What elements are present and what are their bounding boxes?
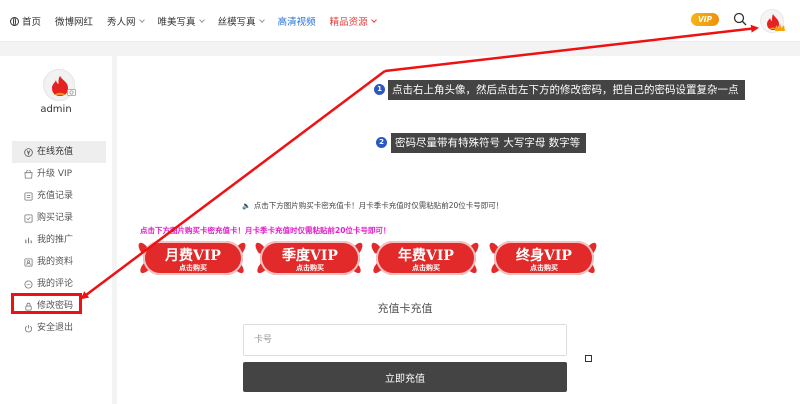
vip-card-monthly[interactable]: 月费VIP 点击购买: [136, 236, 249, 278]
nav-weibo[interactable]: 微博网红: [55, 14, 93, 28]
promo-banner: 点击下方图片购买卡密充值卡！月卡季卡充值时仅需粘贴前20位卡号即可！: [140, 226, 391, 235]
sidebar-item-label: 我的资料: [37, 256, 74, 267]
speaker-icon: 🔈: [242, 202, 251, 210]
sidebar-item-upgrade-vip[interactable]: 升级 VIP: [12, 163, 106, 185]
vip-card-subtitle: 点击购买: [412, 264, 440, 272]
crown-icon: [775, 23, 785, 31]
sidebar-item-logout[interactable]: 安全退出: [12, 317, 106, 339]
sidebar-item-label: 安全退出: [37, 322, 74, 333]
username: admin: [40, 104, 72, 115]
list-icon: [24, 191, 33, 201]
shop-icon: [24, 169, 33, 179]
vip-card-lifetime[interactable]: 终身VIP 点击购买: [487, 236, 600, 278]
search-icon[interactable]: [733, 12, 747, 26]
chevron-down-icon: [258, 16, 265, 23]
vip-badge[interactable]: VIP: [691, 13, 719, 26]
small-square-marker: [585, 355, 592, 362]
nav-premium-label: 精品资源: [329, 17, 368, 28]
nav-xiuren-label: 秀人网: [107, 17, 136, 28]
nav-simo[interactable]: 丝模写真: [217, 14, 265, 28]
purchase-notice: 🔈 点击下方图片购买卡密充值卡！月卡季卡充值时仅需粘贴前20位卡号即可！: [242, 200, 503, 211]
sidebar-item-recharge-records[interactable]: 充值记录: [12, 185, 106, 207]
nav-weimei[interactable]: 唯美写真: [157, 14, 205, 28]
chevron-down-icon: [138, 16, 145, 23]
step-2-instruction: 密码尽量带有特殊符号 大写字母 数字等: [391, 133, 587, 153]
vip-card-title: 终身VIP: [516, 248, 572, 264]
vip-card-subtitle: 点击购买: [179, 264, 207, 272]
chevron-down-icon: [370, 16, 377, 23]
sidebar-item-my-promotion[interactable]: 我的推广: [12, 229, 106, 251]
user-icon: [24, 257, 33, 267]
power-icon: [24, 324, 33, 332]
vip-card-yearly[interactable]: 年费VIP 点击购买: [369, 236, 482, 278]
sidebar-item-purchase-records[interactable]: 购买记录: [12, 207, 106, 229]
recharge-now-button[interactable]: 立即充值: [243, 362, 567, 392]
sidebar-item-label: 我的评论: [37, 278, 74, 289]
sidebar-item-label: 我的推广: [37, 234, 74, 245]
chevron-down-icon: [198, 16, 205, 23]
profile-avatar[interactable]: [43, 69, 75, 101]
vip-card-title: 年费VIP: [398, 248, 454, 264]
nav-hd-video-label: 高清视频: [277, 17, 316, 28]
purchase-notice-text: 点击下方图片购买卡密充值卡！月卡季卡充值时仅需粘贴前20位卡号即可！: [253, 201, 504, 210]
share-icon: [25, 237, 32, 243]
vip-card-title: 季度VIP: [282, 248, 338, 264]
sidebar-item-label: 在线充值: [37, 146, 74, 157]
sidebar-item-online-recharge[interactable]: 在线充值: [12, 141, 106, 163]
camera-icon[interactable]: [67, 88, 76, 96]
main-nav: 首页 微博网红 秀人网 唯美写真 丝模写真 高清视频 精品资源: [10, 0, 390, 42]
nav-home-label: 首页: [22, 17, 42, 28]
comment-icon: [24, 279, 33, 289]
sidebar-item-my-profile[interactable]: 我的资料: [12, 251, 106, 273]
nav-hd-video[interactable]: 高清视频: [278, 14, 316, 28]
nav-premium[interactable]: 精品资源: [329, 14, 377, 28]
sidebar-item-my-comments[interactable]: 我的评论: [12, 273, 106, 295]
vip-card-quarterly[interactable]: 季度VIP 点击购买: [253, 236, 366, 278]
vip-card-title: 月费VIP: [165, 248, 221, 264]
globe-icon: [10, 16, 19, 26]
step-1-instruction: 点击右上角头像，然后点击左下方的修改密码，把自己的密码设置复杂一点: [388, 80, 745, 100]
nav-weimei-label: 唯美写真: [157, 17, 196, 28]
yen-icon: [24, 147, 33, 157]
top-navbar: 首页 微博网红 秀人网 唯美写真 丝模写真 高清视频 精品资源 VIP: [0, 0, 800, 42]
flame-logo-icon: [52, 76, 68, 96]
vip-card-subtitle: 点击购买: [296, 264, 324, 272]
nav-simo-label: 丝模写真: [217, 17, 256, 28]
nav-weibo-label: 微博网红: [55, 17, 94, 28]
recharge-card-title: 充值卡充值: [377, 302, 433, 315]
nav-home[interactable]: 首页: [10, 14, 41, 28]
step-badge-1: 1: [374, 84, 385, 95]
vip-card-subtitle: 点击购买: [530, 264, 558, 272]
change-password-highlight: [11, 293, 82, 314]
nav-xiuren[interactable]: 秀人网: [107, 14, 145, 28]
sidebar-item-label: 购买记录: [37, 212, 74, 223]
card-number-input[interactable]: [243, 324, 567, 356]
sidebar-item-label: 升级 VIP: [37, 168, 73, 179]
step-badge-2: 2: [376, 137, 387, 148]
cart-icon: [24, 213, 33, 223]
sidebar-item-label: 充值记录: [37, 190, 74, 201]
